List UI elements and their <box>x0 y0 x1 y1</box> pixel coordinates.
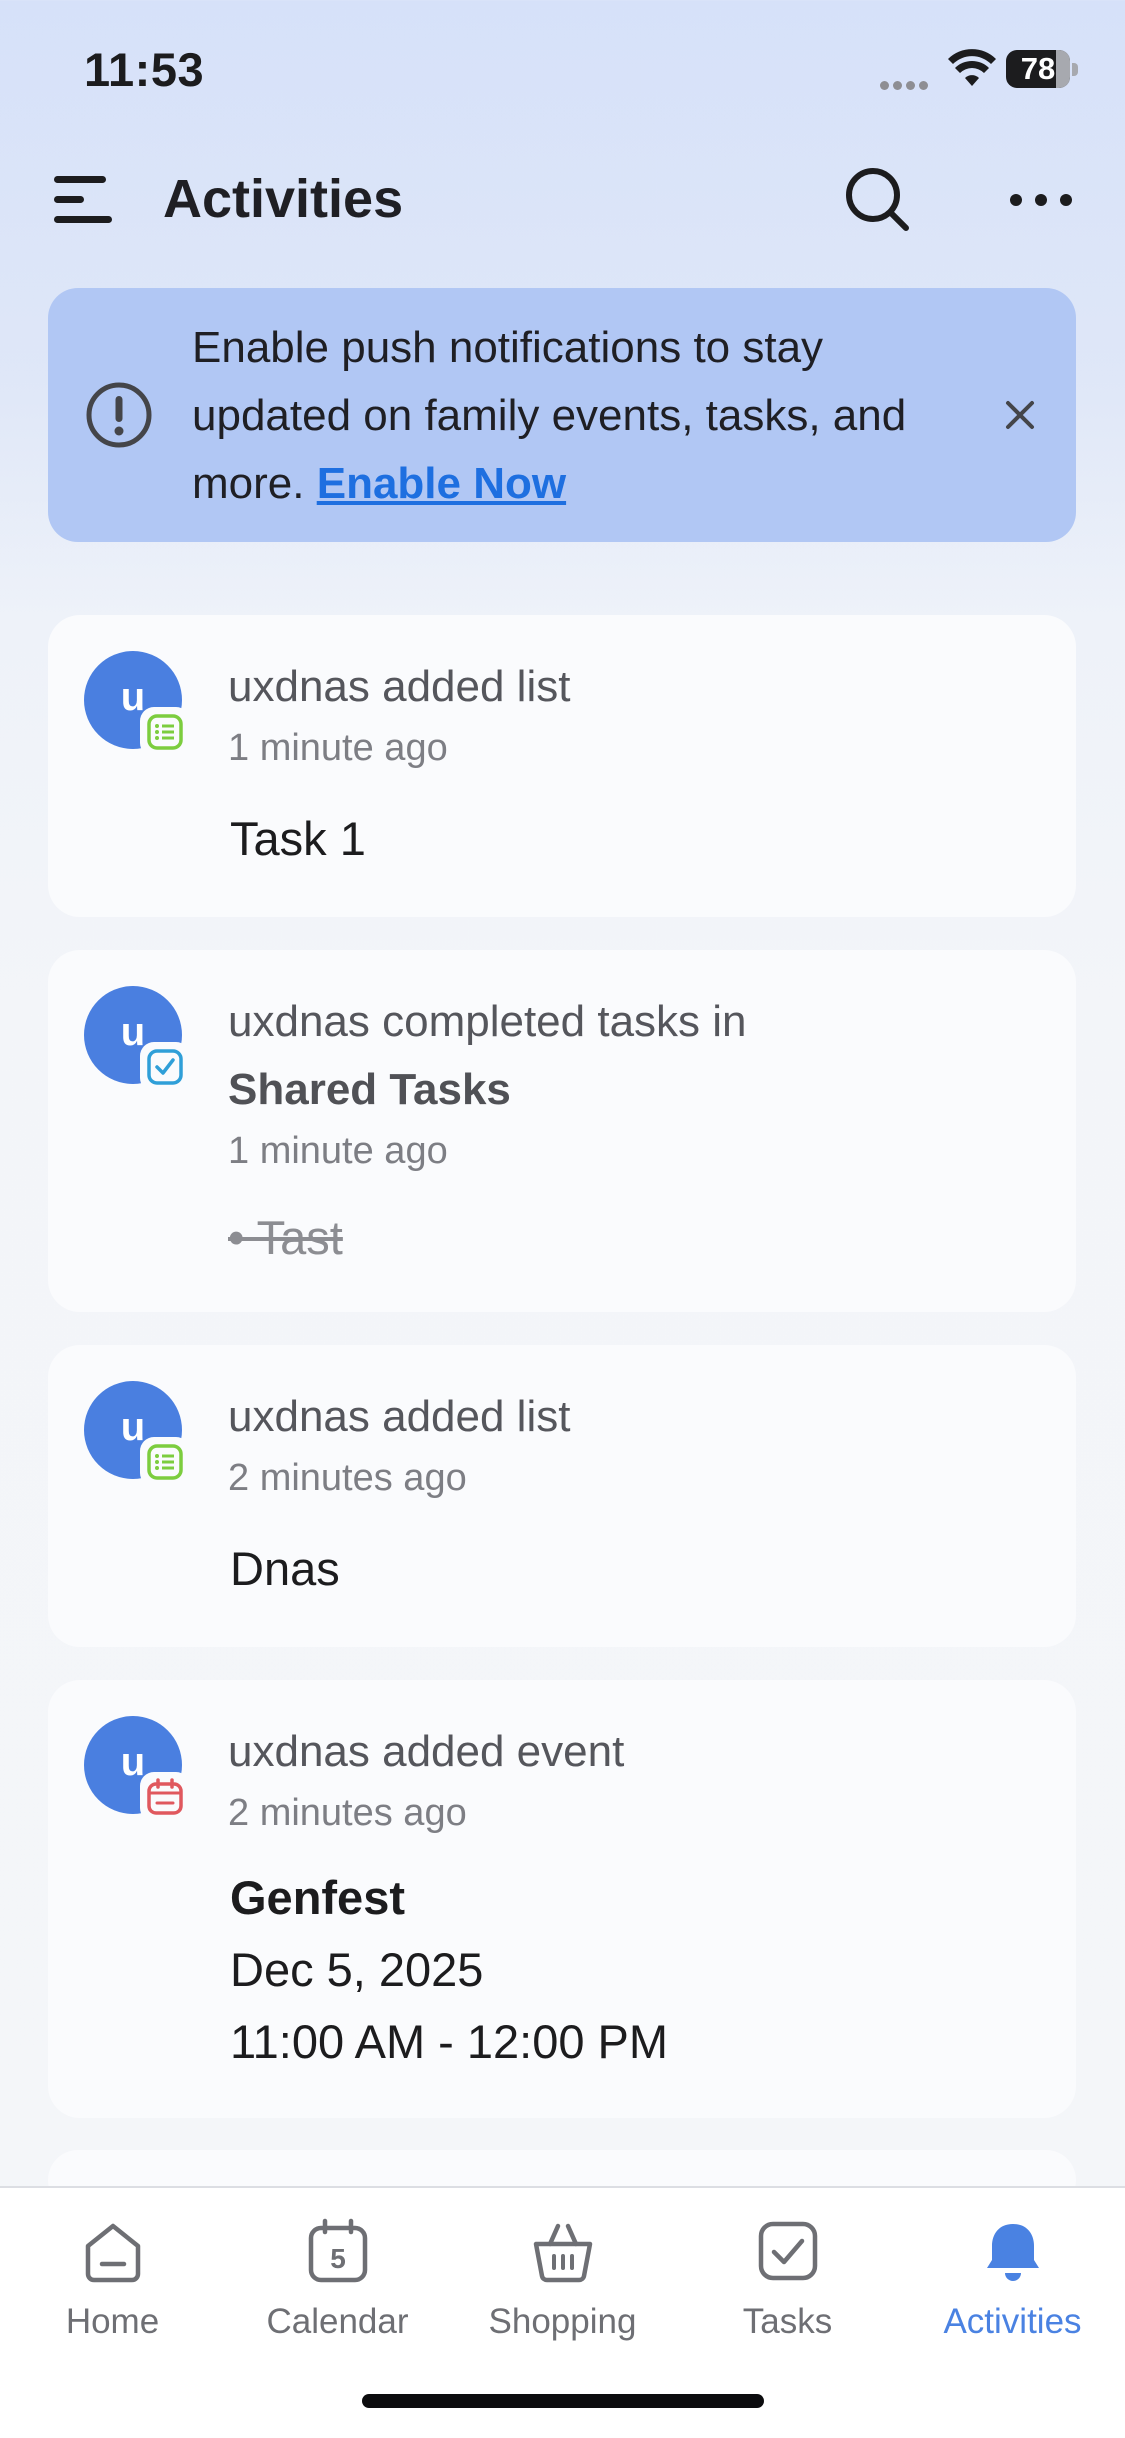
activity-card[interactable]: u uxdnas added event 2 minutes ago Genfe… <box>48 1680 1076 2118</box>
calendar-icon: 5 <box>308 2218 368 2283</box>
home-indicator <box>362 2394 764 2408</box>
battery-icon: 78 <box>1006 50 1078 88</box>
search-icon[interactable] <box>842 164 912 234</box>
tab-calendar[interactable]: 5 Calendar <box>225 2218 450 2358</box>
activity-card[interactable]: u uxdnas added list 1 minute ago Task 1 <box>48 615 1076 917</box>
enable-now-link[interactable]: Enable Now <box>317 459 566 508</box>
tab-label: Shopping <box>488 2302 637 2341</box>
list-icon <box>140 707 190 757</box>
battery-level: 78 <box>1020 51 1056 86</box>
checkbox-icon <box>758 2221 818 2281</box>
list-icon <box>140 1437 190 1487</box>
alert-circle-icon <box>86 382 152 448</box>
cellular-signal-icon <box>880 77 936 90</box>
activity-time: 2 minutes ago <box>228 1457 467 1499</box>
status-bar: 11:53 78 <box>0 0 1125 140</box>
tab-tasks[interactable]: Tasks <box>675 2218 900 2358</box>
activity-title: uxdnas added list <box>228 662 571 711</box>
activity-card[interactable]: u uxdnas added list 2 minutes ago Dnas <box>48 1345 1076 1647</box>
activity-content: Dnas <box>230 1542 340 1595</box>
page-title: Activities <box>163 169 404 229</box>
event-date: Dec 5, 2025 <box>230 1943 484 1996</box>
basket-icon <box>533 2223 593 2283</box>
menu-icon[interactable] <box>52 172 114 228</box>
tab-label: Tasks <box>742 2302 833 2341</box>
tab-label: Home <box>65 2302 160 2341</box>
activity-title: uxdnas added list <box>228 1392 571 1441</box>
event-name: Genfest <box>230 1871 405 1924</box>
tab-home[interactable]: Home <box>0 2218 225 2358</box>
activity-title: uxdnas added event <box>228 1727 625 1776</box>
close-icon[interactable] <box>988 383 1052 447</box>
tab-label: Calendar <box>266 2302 409 2341</box>
activity-title: uxdnas completed tasks in Shared Tasks <box>228 988 1028 1124</box>
checkbox-icon <box>140 1042 190 1092</box>
completed-task: • Tast <box>228 1211 343 1264</box>
banner-message: Enable push notifications to stay update… <box>192 314 952 518</box>
activity-time: 2 minutes ago <box>228 1792 467 1834</box>
activity-content: Task 1 <box>230 812 366 865</box>
task-list-name: Shared Tasks <box>228 1065 511 1114</box>
calendar-day-number: 5 <box>330 2243 346 2274</box>
calendar-icon <box>140 1772 190 1822</box>
activity-card[interactable]: u uxdnas completed tasks in Shared Tasks… <box>48 950 1076 1312</box>
home-icon <box>85 2223 141 2283</box>
activity-time: 1 minute ago <box>228 727 448 769</box>
event-time: 11:00 AM - 12:00 PM <box>230 2015 669 2068</box>
activity-time: 1 minute ago <box>228 1130 448 1172</box>
push-notification-banner: Enable push notifications to stay update… <box>48 288 1076 542</box>
tab-label: Activities <box>943 2302 1082 2341</box>
tab-activities[interactable]: Activities <box>900 2218 1125 2358</box>
activity-title-prefix: uxdnas completed tasks in <box>228 997 747 1046</box>
status-time: 11:53 <box>84 43 205 96</box>
tab-shopping[interactable]: Shopping <box>450 2218 675 2358</box>
app-header: Activities <box>0 150 1125 250</box>
more-options-icon[interactable] <box>1006 170 1076 230</box>
bell-icon <box>987 2224 1039 2281</box>
wifi-icon <box>948 49 996 86</box>
